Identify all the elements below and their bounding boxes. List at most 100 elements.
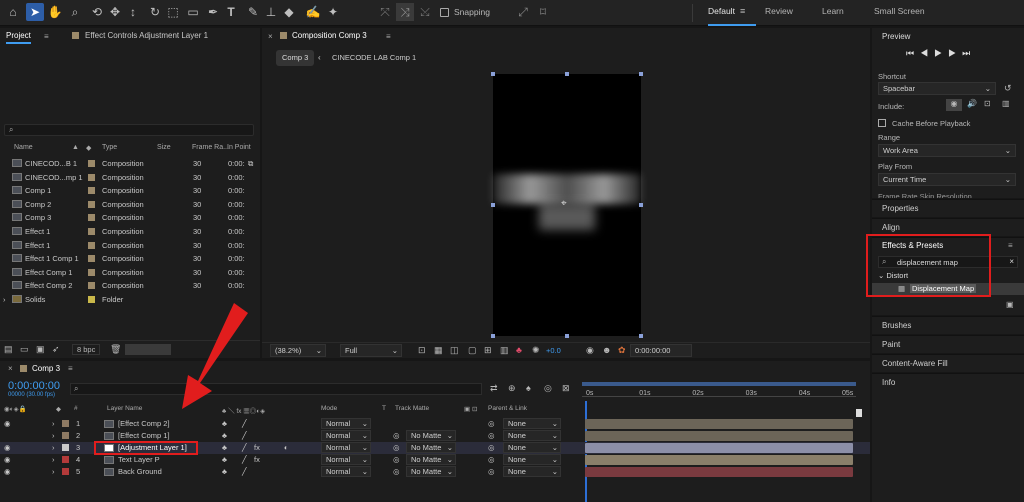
handle-bc[interactable] <box>565 334 569 338</box>
col-layer-name[interactable]: Layer Name <box>107 405 142 412</box>
chevron-right-icon[interactable]: › <box>52 430 55 442</box>
eraser-tool-icon[interactable]: ◆ <box>280 3 298 21</box>
zoom-dropdown[interactable]: (38.2%) ⌄ <box>270 344 326 357</box>
interpret-footage-icon[interactable]: ▤ <box>4 344 13 355</box>
handle-bl[interactable] <box>491 334 495 338</box>
pan-behind-icon[interactable]: ⬚ <box>164 3 182 21</box>
bpc-button[interactable]: 8 bpc <box>72 344 101 355</box>
axis-local-icon[interactable]: ⤧ <box>376 3 394 21</box>
comp-canvas[interactable]: ⌖ <box>493 74 641 336</box>
project-item[interactable]: CINECOD...mp 1 Composition 30 0:00: <box>0 171 260 184</box>
col-mode[interactable]: Mode <box>321 405 337 412</box>
chevron-right-icon[interactable]: › <box>52 442 55 454</box>
mode-dropdown[interactable]: Normal ⌄ <box>321 454 371 465</box>
new-folder-icon[interactable]: ▭ <box>20 344 29 355</box>
label-swatch[interactable] <box>88 173 95 181</box>
matte-link-icon[interactable]: ◎ <box>393 442 400 454</box>
include-audio-icon[interactable]: 🔊 <box>964 99 980 111</box>
layer-label-swatch[interactable] <box>62 432 69 439</box>
reset-icon[interactable]: ↺ <box>1004 83 1012 94</box>
mode-dropdown[interactable]: Normal ⌄ <box>321 430 371 441</box>
flowchart-icon[interactable]: ⧉ <box>248 157 253 170</box>
hand-tool-icon[interactable]: ✋ <box>46 3 64 21</box>
matte-link-icon[interactable]: ◎ <box>393 454 400 466</box>
eye-icon[interactable]: ◉ <box>4 442 11 454</box>
matte-link-icon[interactable]: ◎ <box>393 430 400 442</box>
parent-dropdown[interactable]: None ⌄ <box>503 418 561 429</box>
track-matte-dropdown[interactable]: No Matte ⌄ <box>406 454 456 465</box>
rectangle-tool-icon[interactable]: ▭ <box>184 3 202 21</box>
shy-switch-icon[interactable]: ♣ <box>222 454 227 466</box>
layer-label-swatch[interactable] <box>62 456 69 463</box>
new-preset-icon[interactable]: ▣ <box>1006 300 1014 309</box>
exposure-value[interactable]: +0.0 <box>546 346 561 355</box>
shortcut-dropdown[interactable]: Spacebar ⌄ <box>878 82 996 95</box>
track-matte-dropdown[interactable]: No Matte ⌄ <box>406 466 456 477</box>
rotation-tool-icon[interactable]: ↻ <box>146 3 164 21</box>
layer-duration-bar[interactable] <box>585 431 853 441</box>
label-swatch[interactable] <box>88 228 95 235</box>
camera-snapshot-icon[interactable]: ◉ <box>586 345 594 356</box>
layer-row[interactable]: ◉ › 1 [Effect Comp 2] ♣ ╱ Normal ⌄ ◎ None ⌄ <box>0 418 870 430</box>
content-aware-panel[interactable]: Content-Aware Fill <box>872 354 1024 372</box>
cache-checkbox[interactable] <box>878 119 886 127</box>
region-icon[interactable]: ⊡ <box>418 345 426 356</box>
layer-duration-bar[interactable] <box>585 455 853 465</box>
paint-panel[interactable]: Paint <box>872 335 1024 353</box>
workspace-small-screen[interactable]: Small Screen <box>874 6 925 16</box>
label-swatch[interactable] <box>88 296 95 303</box>
label-swatch[interactable] <box>88 187 95 195</box>
tab-timeline-comp-3[interactable]: Comp 3 <box>32 364 60 373</box>
current-time-display[interactable]: 0:00:00:00 <box>8 380 60 392</box>
adjustment-switch-icon[interactable]: ◐ <box>284 442 289 454</box>
trash-icon[interactable]: 🗑 <box>110 344 121 355</box>
close-icon[interactable]: × <box>8 364 13 373</box>
workspace-menu-icon[interactable]: ≡ <box>740 6 745 16</box>
parent-dropdown[interactable]: None ⌄ <box>503 430 561 441</box>
quality-switch-icon[interactable]: ╱ <box>242 442 247 454</box>
motion-blur-icon[interactable]: ◎ <box>544 383 552 394</box>
mode-dropdown[interactable]: Normal ⌄ <box>321 442 371 453</box>
home-icon[interactable]: ⌂ <box>4 3 22 21</box>
comp-timecode[interactable]: 0:00:00:00 <box>630 344 692 357</box>
timeline-search-input[interactable]: ⌕ <box>70 383 482 395</box>
pickwhip-icon[interactable]: ◎ <box>488 466 495 478</box>
quality-switch-icon[interactable]: ╱ <box>242 430 247 442</box>
graph-editor-icon[interactable]: ⊠ <box>562 383 570 394</box>
clear-search-icon[interactable]: × <box>1009 257 1014 266</box>
info-panel[interactable]: Info <box>872 373 1024 502</box>
puppet-pin-icon[interactable]: ✦ <box>324 3 342 21</box>
eye-icon[interactable]: ◉ <box>4 454 11 466</box>
layer-row[interactable]: ◉ › 4 Text Layer P ♣ ╱ fx Normal ⌄ ◎ No Matte ⌄ ◎ Non… <box>0 454 870 466</box>
parent-dropdown[interactable]: None ⌄ <box>503 442 561 453</box>
selection-tool-icon[interactable]: ➤ <box>26 3 44 21</box>
label-col-icon[interactable]: ◆ <box>86 144 91 152</box>
new-comp-icon[interactable]: ▣ <box>36 344 45 355</box>
parent-dropdown[interactable]: None ⌄ <box>503 466 561 477</box>
label-swatch[interactable] <box>88 200 95 208</box>
label-swatch[interactable] <box>88 282 95 290</box>
project-item[interactable]: Effect Comp 2 Composition 30 0:00: <box>0 279 260 292</box>
project-search-input[interactable]: ⌕ <box>4 124 254 136</box>
handle-ml[interactable] <box>491 203 495 207</box>
shy-icon[interactable]: ♠ <box>526 383 531 393</box>
pen-tool-icon[interactable]: ✒ <box>204 3 222 21</box>
quality-dropdown[interactable]: Full ⌄ <box>340 344 402 357</box>
col-type[interactable]: Type <box>102 144 117 151</box>
anchor-point-icon[interactable]: ⌖ <box>561 198 567 209</box>
layer-label-swatch[interactable] <box>62 444 69 451</box>
eye-icon[interactable]: ◉ <box>4 466 11 478</box>
adjust-project-icon[interactable]: ➶ <box>52 344 60 355</box>
snap-icon[interactable]: ⤢ <box>514 3 532 21</box>
project-item[interactable]: Comp 3 Composition 30 0:00: <box>0 211 260 224</box>
transparency-grid-icon[interactable]: ▦ <box>434 345 443 356</box>
chevron-right-icon[interactable]: › <box>3 293 6 306</box>
chevron-right-icon[interactable]: › <box>52 454 55 466</box>
col-track-matte[interactable]: Track Matte <box>395 405 429 412</box>
eye-icon[interactable]: ◉ <box>4 418 11 430</box>
project-item[interactable]: Comp 1 Composition 30 0:00: <box>0 184 260 197</box>
view-options-icon[interactable]: ▥ <box>500 345 509 356</box>
col-parent[interactable]: Parent & Link <box>488 405 527 412</box>
include-layer-icon[interactable]: ▥ <box>1002 99 1010 108</box>
col-size[interactable]: Size <box>157 144 171 151</box>
